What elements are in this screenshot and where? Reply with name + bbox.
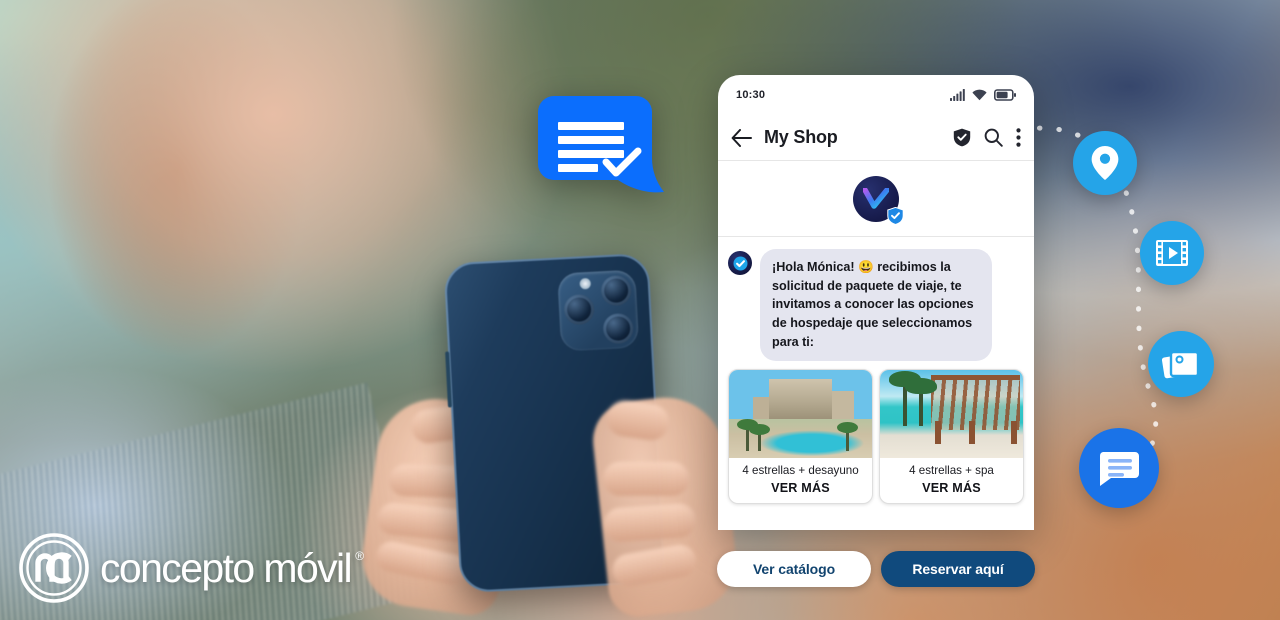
promo-banner: 10:30 My Shop ¡Hola Mónica! 😃 recibimos …: [0, 0, 1280, 620]
status-bar: 10:30: [718, 75, 1034, 115]
beach-resort-pool-photo: [729, 370, 872, 459]
rcs-message-bubble-badge: [538, 96, 664, 193]
dotted-connector-path: [1020, 125, 1159, 503]
app-bar: My Shop: [718, 115, 1034, 161]
rich-card[interactable]: 4 estrellas + spa VER MÁS: [879, 369, 1024, 504]
logo-wordmark: concepto móvil ®: [100, 544, 364, 592]
card-label: 4 estrellas + spa: [909, 464, 994, 478]
logo-text: concepto móvil: [100, 544, 353, 591]
camera-lens: [563, 293, 595, 326]
cta-button-row: Ver catálogo Reservar aquí: [717, 551, 1035, 587]
conversation-thread: ¡Hola Mónica! 😃 recibimos la solicitud d…: [718, 237, 1034, 362]
rich-card[interactable]: 4 estrellas + desayuno VER MÁS: [728, 369, 873, 504]
phone-camera-module: [557, 269, 640, 352]
more-vert-icon[interactable]: [1016, 128, 1021, 147]
ver-catalogo-button[interactable]: Ver catálogo: [717, 551, 871, 587]
battery-icon: [994, 89, 1016, 101]
camera-flash: [579, 277, 592, 290]
verified-brand-avatar[interactable]: [853, 175, 904, 225]
sender-check-avatar: [728, 251, 752, 275]
check-circle-icon: [733, 256, 747, 270]
wifi-icon: [972, 89, 987, 101]
messages-icon[interactable]: [1079, 428, 1159, 508]
status-time: 10:30: [736, 89, 766, 101]
photos-icon[interactable]: [1148, 331, 1214, 397]
cm-circle-logo-icon: [19, 533, 89, 603]
location-pin-icon[interactable]: [1073, 131, 1137, 195]
brand-logo: concepto móvil ®: [18, 532, 364, 604]
search-icon[interactable]: [984, 128, 1003, 147]
reservar-aqui-button[interactable]: Reservar aquí: [881, 551, 1035, 587]
registered-mark: ®: [355, 548, 365, 563]
message-row: ¡Hola Mónica! 😃 recibimos la solicitud d…: [728, 249, 1024, 362]
verified-badge-icon: [887, 206, 904, 225]
phone-screen-mock: 10:30 My Shop ¡Hola Mónica! 😃 recibimos …: [718, 75, 1034, 530]
card-label: 4 estrellas + desayuno: [742, 464, 859, 478]
card-cta[interactable]: VER MÁS: [884, 481, 1019, 495]
page-title: My Shop: [764, 127, 838, 147]
signal-icon: [950, 89, 965, 101]
brand-avatar-zone: [718, 161, 1034, 237]
camera-lens: [600, 274, 632, 307]
verified-shield-icon[interactable]: [953, 128, 971, 147]
rich-card-carousel: 4 estrellas + desayuno VER MÁS 4 estrell…: [718, 361, 1034, 504]
message-bubble: ¡Hola Mónica! 😃 recibimos la solicitud d…: [760, 249, 992, 362]
spa-pergola-pool-photo: [880, 370, 1023, 459]
brand-v-checkmark-icon: [863, 187, 889, 209]
camera-lens: [602, 312, 634, 345]
back-arrow-icon[interactable]: [731, 128, 752, 147]
video-film-icon[interactable]: [1140, 221, 1204, 285]
card-cta[interactable]: VER MÁS: [733, 481, 868, 495]
